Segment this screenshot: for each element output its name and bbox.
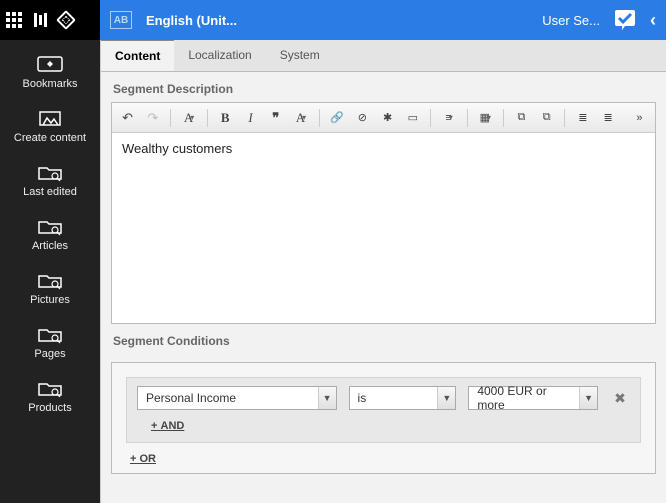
- nav-label: Pictures: [30, 294, 70, 306]
- chevron-down-icon: ▼: [437, 387, 455, 409]
- tab-system[interactable]: System: [266, 40, 334, 71]
- tab-localization[interactable]: Localization: [174, 40, 265, 71]
- nav-create-content[interactable]: Create content: [0, 108, 100, 144]
- redo-icon[interactable]: ↷: [143, 108, 162, 128]
- content-area: Content Localization System Segment Desc…: [100, 40, 666, 503]
- editor-toolbar: ↶ ↷ A▾ B I ❞ A▾ 🔗 ⊘ ✱ ▭ ≡▾: [112, 103, 655, 133]
- table-icon[interactable]: ▦▾: [476, 108, 495, 128]
- italic-icon[interactable]: I: [241, 108, 260, 128]
- tabs: Content Localization System: [101, 40, 666, 72]
- nav-bookmarks[interactable]: Bookmarks: [0, 54, 100, 90]
- add-and-button[interactable]: + AND: [137, 410, 630, 434]
- rail-top: [0, 0, 100, 40]
- tab-content[interactable]: Content: [101, 40, 174, 71]
- folder-search-icon: [37, 324, 63, 344]
- undo-icon[interactable]: ↶: [118, 108, 137, 128]
- nav: Bookmarks Create content Last edited Art…: [0, 40, 100, 414]
- rich-editor: ↶ ↷ A▾ B I ❞ A▾ 🔗 ⊘ ✱ ▭ ≡▾: [111, 102, 656, 324]
- nav-products[interactable]: Products: [0, 378, 100, 414]
- align-icon[interactable]: ≡▾: [439, 108, 458, 128]
- paste-word-icon[interactable]: ⧉: [537, 108, 556, 128]
- condition-row: Personal Income▼ is▼ 4000 EUR or more▼ ✖: [137, 386, 630, 410]
- create-icon: [37, 108, 63, 128]
- section-conditions-title: Segment Conditions: [101, 324, 666, 354]
- conditions-panel: Personal Income▼ is▼ 4000 EUR or more▼ ✖…: [111, 362, 656, 474]
- remove-condition-icon[interactable]: ✖: [610, 388, 630, 408]
- copy-icon[interactable]: ⧉: [512, 108, 531, 128]
- nav-label: Articles: [32, 240, 68, 252]
- quote-icon[interactable]: ❞: [266, 108, 285, 128]
- nav-articles[interactable]: Articles: [0, 216, 100, 252]
- anchor-icon[interactable]: ✱: [378, 108, 397, 128]
- nav-pages[interactable]: Pages: [0, 324, 100, 360]
- apps-icon[interactable]: [6, 12, 22, 28]
- add-or-button[interactable]: + OR: [126, 443, 641, 465]
- logo-icon: [34, 13, 47, 27]
- folder-search-icon: [37, 216, 63, 236]
- nav-last-edited[interactable]: Last edited: [0, 162, 100, 198]
- nav-label: Products: [28, 402, 71, 414]
- image-icon[interactable]: ▭: [403, 108, 422, 128]
- condition-group: Personal Income▼ is▼ 4000 EUR or more▼ ✖…: [126, 377, 641, 443]
- unordered-list-icon[interactable]: ≣: [599, 108, 618, 128]
- chevron-left-icon[interactable]: ‹: [650, 10, 656, 31]
- target-icon[interactable]: [56, 10, 76, 30]
- font-size-icon[interactable]: A▾: [179, 108, 198, 128]
- folder-search-icon: [37, 378, 63, 398]
- section-description-title: Segment Description: [101, 72, 666, 102]
- folder-search-icon: [37, 270, 63, 290]
- nav-label: Last edited: [23, 186, 77, 198]
- user-label[interactable]: User Se...: [542, 13, 600, 28]
- approve-icon[interactable]: [614, 9, 636, 31]
- editor-body[interactable]: Wealthy customers: [112, 133, 655, 323]
- page-title: English (Unit...: [146, 13, 542, 28]
- nav-label: Create content: [14, 132, 86, 144]
- chevron-down-icon: ▼: [318, 387, 336, 409]
- condition-value-select[interactable]: 4000 EUR or more▼: [468, 386, 598, 410]
- left-rail: Bookmarks Create content Last edited Art…: [0, 0, 100, 503]
- ordered-list-icon[interactable]: ≣: [573, 108, 592, 128]
- condition-field-select[interactable]: Personal Income▼: [137, 386, 337, 410]
- bookmark-icon: [37, 54, 63, 74]
- nav-label: Bookmarks: [22, 78, 77, 90]
- link-icon[interactable]: 🔗: [328, 108, 347, 128]
- folder-search-icon: [37, 162, 63, 182]
- topbar: AB English (Unit... User Se... ‹: [100, 0, 666, 40]
- expand-toolbar-icon[interactable]: »: [630, 108, 649, 128]
- font-color-icon[interactable]: A▾: [291, 108, 310, 128]
- chevron-down-icon: ▼: [579, 387, 597, 409]
- unlink-icon[interactable]: ⊘: [353, 108, 372, 128]
- language-badge[interactable]: AB: [110, 11, 132, 29]
- main: AB English (Unit... User Se... ‹ Content…: [100, 0, 666, 503]
- nav-label: Pages: [34, 348, 65, 360]
- nav-pictures[interactable]: Pictures: [0, 270, 100, 306]
- condition-operator-select[interactable]: is▼: [349, 386, 457, 410]
- bold-icon[interactable]: B: [216, 108, 235, 128]
